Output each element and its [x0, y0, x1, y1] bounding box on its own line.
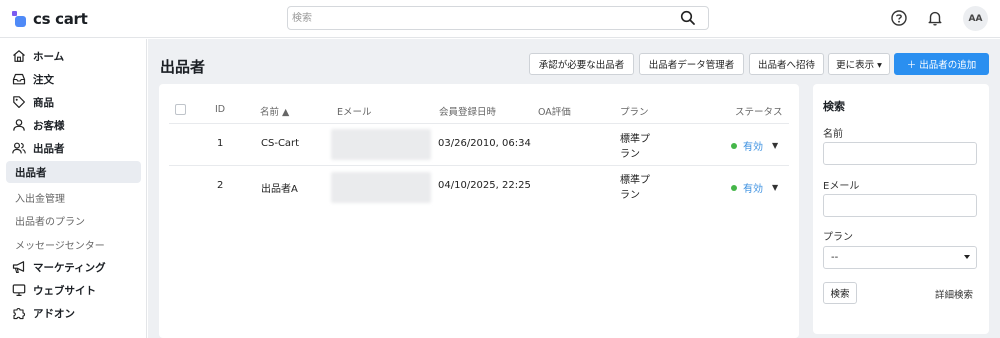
- column-header-status[interactable]: ステータス: [735, 104, 783, 118]
- vendor-name-link[interactable]: 出品者A: [261, 180, 298, 195]
- chevron-down-icon: [964, 255, 970, 259]
- sidebar-item-label: 注文: [33, 73, 54, 86]
- status-dot-icon: [731, 184, 737, 191]
- bell-icon[interactable]: [926, 9, 944, 27]
- page-title: 出品者: [160, 58, 206, 76]
- global-search[interactable]: [287, 6, 709, 30]
- sidebar-item-products[interactable]: 商品: [6, 91, 141, 113]
- email-filter-input[interactable]: [823, 194, 977, 217]
- sidebar-item-website[interactable]: ウェブサイト: [6, 279, 141, 301]
- user-icon: [13, 119, 25, 131]
- inbox-icon: [12, 73, 26, 85]
- advanced-search-link[interactable]: 詳細検索: [935, 287, 973, 301]
- megaphone-icon: [12, 261, 25, 273]
- monitor-icon: [12, 284, 26, 296]
- plan-select-value: --: [831, 252, 839, 263]
- search-button[interactable]: 検索: [823, 282, 857, 304]
- chevron-down-icon: ▼: [772, 183, 779, 192]
- sidebar-subitem-payouts[interactable]: 入出金管理: [15, 190, 65, 205]
- sidebar-item-home[interactable]: ホーム: [6, 45, 141, 67]
- name-filter-input[interactable]: [823, 142, 977, 165]
- table-cell-plan-line1: 標準プ: [620, 175, 650, 186]
- sidebar-item-label: 出品者: [15, 166, 47, 179]
- chevron-down-icon: ▼: [772, 141, 779, 150]
- search-filter-panel: 検索 名前 Eメール プラン -- 検索 詳細検索: [813, 84, 989, 334]
- sidebar-item-label: お客様: [33, 119, 65, 132]
- sidebar-item-addons[interactable]: アドオン: [6, 302, 141, 324]
- sidebar-item-customers[interactable]: お客様: [6, 114, 141, 136]
- home-icon: [13, 50, 25, 62]
- name-label: 名前: [823, 129, 843, 140]
- table-cell-id: 1: [217, 138, 224, 149]
- plan-select[interactable]: --: [823, 246, 977, 269]
- column-header-id[interactable]: ID: [215, 104, 225, 115]
- sidebar-item-label: アドオン: [33, 307, 75, 320]
- tag-icon: [13, 96, 25, 108]
- sidebar-item-label: マーケティング: [33, 261, 106, 274]
- status-dropdown[interactable]: 有効 ▼: [731, 180, 778, 195]
- status-dot-icon: [731, 142, 737, 149]
- table-cell-id: 2: [217, 180, 224, 191]
- email-label: Eメール: [823, 181, 860, 192]
- table-cell-plan-line1: 標準プ: [620, 134, 650, 145]
- column-header-email[interactable]: Eメール: [337, 104, 372, 118]
- search-input[interactable]: [292, 9, 672, 27]
- table-cell-plan-line2: ラン: [620, 149, 640, 160]
- redacted-email: [331, 172, 431, 203]
- select-all-checkbox[interactable]: [175, 104, 186, 115]
- column-header-oa-rating[interactable]: OA評価: [538, 104, 571, 118]
- vendor-data-admins-button[interactable]: 出品者データ管理者: [639, 53, 744, 75]
- vendors-table-card: ID 名前 ▲ Eメール 会員登録日時 OA評価 プラン ステータス 1 CS-…: [159, 84, 799, 338]
- column-header-registered[interactable]: 会員登録日時: [439, 104, 496, 118]
- table-cell-registered: 04/10/2025, 22:25: [438, 180, 531, 191]
- logo-mark-icon: [12, 11, 28, 27]
- add-vendor-button[interactable]: ＋ 出品者の追加: [894, 53, 989, 75]
- invite-vendors-button[interactable]: 出品者へ招待: [749, 53, 824, 75]
- sidebar-item-label: ウェブサイト: [33, 284, 96, 297]
- users-icon: [12, 142, 26, 154]
- column-header-plan[interactable]: プラン: [620, 104, 649, 118]
- sidebar-item-marketing[interactable]: マーケティング: [6, 256, 141, 278]
- plan-label: プラン: [823, 232, 853, 243]
- table-cell-plan-line2: ラン: [620, 190, 640, 201]
- row-divider: [169, 165, 789, 166]
- main-content: 出品者 承認が必要な出品者 出品者データ管理者 出品者へ招待 更に表示 ▾ ＋ …: [148, 39, 1000, 338]
- sidebar: ホーム 注文 商品 お客様 出品者 出品者 入出金管理 出品者のプラン メッセー…: [0, 39, 147, 338]
- table-cell-registered: 03/26/2010, 06:34: [438, 138, 531, 149]
- filter-title: 検索: [823, 100, 845, 113]
- brand-logo[interactable]: cs cart: [12, 10, 88, 28]
- sidebar-subitem-message-center[interactable]: メッセージセンター: [15, 237, 105, 252]
- status-label: 有効: [743, 184, 763, 195]
- sidebar-subitem-vendor-plans[interactable]: 出品者のプラン: [15, 213, 85, 228]
- top-bar: cs cart AA: [0, 0, 1000, 38]
- redacted-email: [331, 129, 431, 160]
- avatar[interactable]: AA: [963, 6, 988, 31]
- vendor-name-link[interactable]: CS-Cart: [261, 138, 299, 149]
- search-icon[interactable]: [680, 10, 696, 26]
- sidebar-item-vendors[interactable]: 出品者: [6, 137, 141, 159]
- help-circle-icon[interactable]: [890, 9, 908, 27]
- pending-approval-button[interactable]: 承認が必要な出品者: [529, 53, 634, 75]
- sidebar-item-label: 商品: [33, 96, 54, 109]
- sidebar-item-vendors-active[interactable]: 出品者: [6, 161, 141, 183]
- sidebar-item-orders[interactable]: 注文: [6, 68, 141, 90]
- brand-name: cs cart: [33, 10, 88, 28]
- column-header-name[interactable]: 名前 ▲: [260, 104, 289, 118]
- status-label: 有効: [743, 142, 763, 153]
- puzzle-icon: [13, 307, 26, 320]
- row-divider: [169, 123, 789, 124]
- sidebar-item-label: 出品者: [33, 142, 65, 155]
- sidebar-item-label: ホーム: [33, 50, 65, 63]
- more-actions-dropdown[interactable]: 更に表示 ▾: [828, 53, 890, 75]
- status-dropdown[interactable]: 有効 ▼: [731, 138, 778, 153]
